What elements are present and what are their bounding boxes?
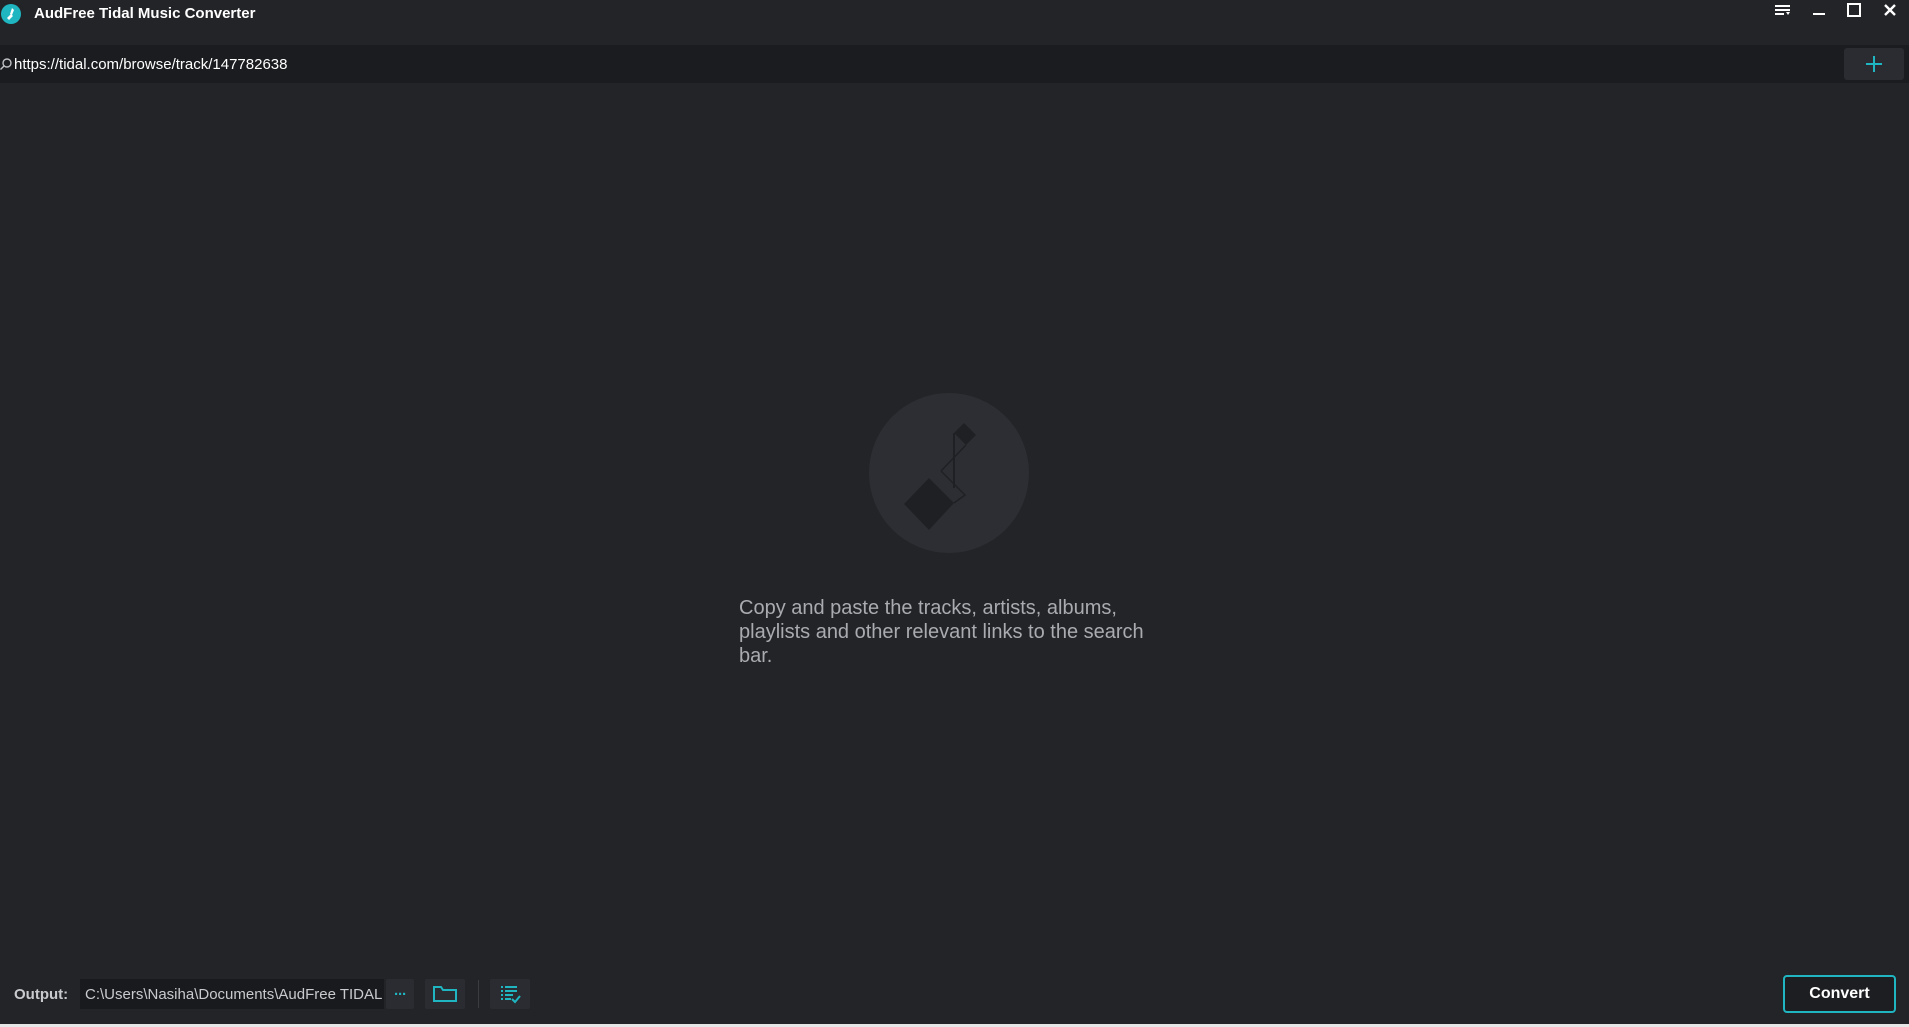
- title-bar: AudFree Tidal Music Converter: [0, 0, 1909, 28]
- separator: [478, 980, 479, 1008]
- maximize-icon: [1847, 3, 1861, 17]
- close-icon: [1884, 4, 1896, 16]
- minimize-icon: [1813, 13, 1825, 15]
- empty-state-message: Copy and paste the tracks, artists, albu…: [739, 597, 1144, 667]
- app-logo-icon: [1, 4, 21, 24]
- menu-icon: [1775, 5, 1790, 15]
- add-button[interactable]: [1844, 48, 1904, 80]
- converted-list-button[interactable]: [490, 979, 530, 1009]
- music-note-icon: [869, 393, 1029, 553]
- search-bar: [0, 45, 1909, 83]
- app-title: AudFree Tidal Music Converter: [34, 5, 256, 22]
- folder-icon: [433, 986, 457, 1002]
- convert-button[interactable]: Convert: [1783, 975, 1896, 1013]
- browse-output-button[interactable]: ···: [386, 979, 414, 1009]
- plus-icon: [1866, 56, 1882, 72]
- close-button[interactable]: [1876, 0, 1904, 20]
- search-input[interactable]: [14, 45, 1834, 83]
- output-label: Output:: [14, 986, 69, 1003]
- more-icon: ···: [394, 985, 407, 1003]
- output-path-field[interactable]: [80, 979, 384, 1009]
- maximize-button[interactable]: [1840, 0, 1868, 20]
- minimize-button[interactable]: [1805, 0, 1833, 20]
- menu-button[interactable]: [1769, 0, 1797, 20]
- list-check-icon: [501, 986, 521, 1004]
- bottom-bar: Output: ··· Convert: [0, 960, 1909, 1027]
- search-icon: [0, 58, 12, 70]
- open-folder-button[interactable]: [425, 979, 465, 1009]
